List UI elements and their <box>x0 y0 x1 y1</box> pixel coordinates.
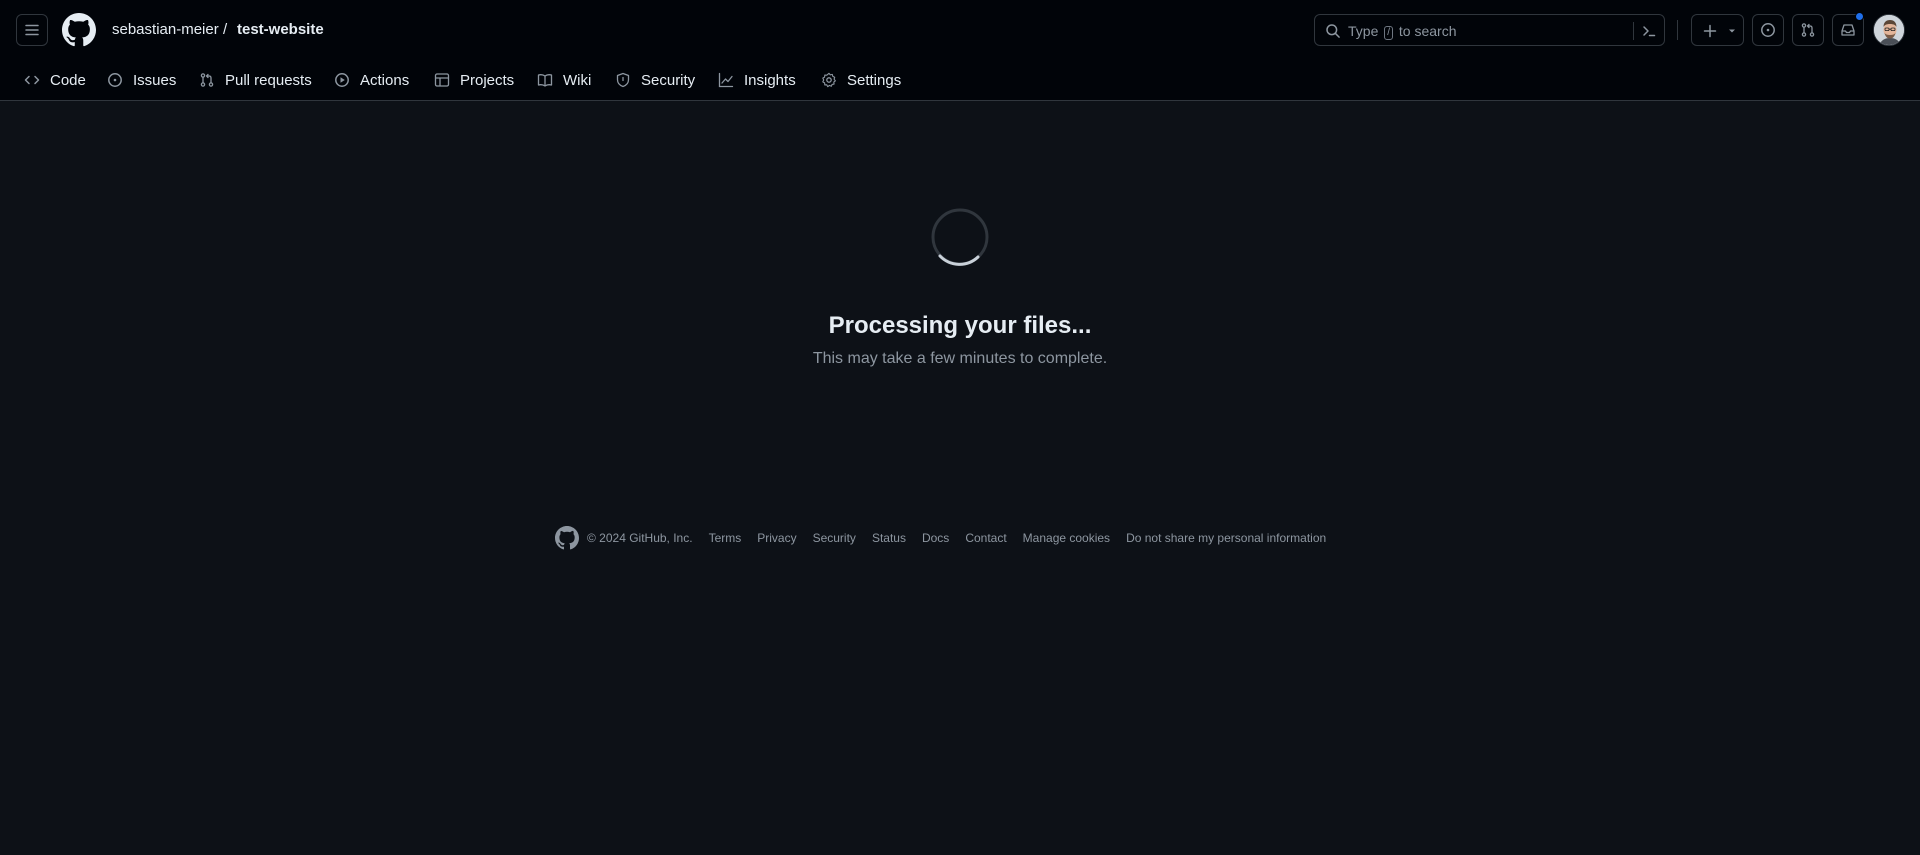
tab-label: Actions <box>360 71 410 89</box>
avatar[interactable] <box>1873 14 1905 46</box>
footer-link-security[interactable]: Security <box>813 531 856 545</box>
top-bar: sebastian-meier / test-website Type / to… <box>0 0 1920 60</box>
tab-label: Projects <box>460 71 515 89</box>
tab-label: Issues <box>133 71 177 89</box>
pull-requests-button[interactable] <box>1792 14 1824 46</box>
tab-label: Wiki <box>563 71 592 89</box>
tab-insights[interactable]: Insights <box>718 68 796 92</box>
search-placeholder: Type / to search <box>1348 23 1457 40</box>
pull-request-icon <box>1801 23 1815 37</box>
pull-request-icon <box>200 73 214 87</box>
tab-label: Code <box>50 71 86 89</box>
book-icon <box>537 74 553 87</box>
graph-icon <box>718 72 734 88</box>
github-logo-icon[interactable] <box>62 13 96 47</box>
footer-link-do-not-share[interactable]: Do not share my personal information <box>1126 531 1326 545</box>
breadcrumb-separator: / <box>223 21 228 38</box>
footer-link-terms[interactable]: Terms <box>709 531 742 545</box>
table-icon <box>434 73 450 87</box>
footer-link-contact[interactable]: Contact <box>965 531 1006 545</box>
footer: © 2024 GitHub, Inc. Terms Privacy Securi… <box>555 525 1342 551</box>
tab-security[interactable]: Security <box>615 68 695 92</box>
search-shortcut-key: / <box>1384 26 1394 40</box>
tab-pull-requests[interactable]: Pull requests <box>199 68 312 92</box>
tab-label: Insights <box>744 71 796 89</box>
tab-wiki[interactable]: Wiki <box>537 68 591 92</box>
footer-copyright: © 2024 GitHub, Inc. <box>587 531 693 545</box>
tab-issues[interactable]: Issues <box>107 68 176 92</box>
gear-icon <box>822 72 836 88</box>
tab-actions[interactable]: Actions <box>334 68 409 92</box>
tab-settings[interactable]: Settings <box>821 68 901 92</box>
footer-link-status[interactable]: Status <box>872 531 906 545</box>
search-icon <box>1326 24 1340 38</box>
main-content: Processing your files... This may take a… <box>0 102 1920 855</box>
command-palette-icon[interactable] <box>1641 23 1657 39</box>
issues-button[interactable] <box>1752 14 1784 46</box>
tab-label: Settings <box>847 71 902 89</box>
github-logo-icon[interactable] <box>555 526 579 550</box>
notification-indicator <box>1855 12 1864 21</box>
chevron-down-icon <box>1729 29 1735 33</box>
inbox-icon <box>1841 24 1855 36</box>
breadcrumb-owner[interactable]: sebastian-meier <box>112 20 219 40</box>
issue-icon <box>108 73 122 87</box>
loading-spinner-icon <box>931 208 989 266</box>
processing-title: Processing your files... <box>828 312 1092 339</box>
header-divider <box>1677 20 1678 40</box>
shield-icon <box>616 72 630 88</box>
tab-label: Security <box>641 71 696 89</box>
play-icon <box>335 73 349 87</box>
tab-label: Pull requests <box>225 71 312 89</box>
breadcrumb-repo[interactable]: test-website <box>237 20 324 40</box>
repo-tabs: Code Issues Pull requests Actions Projec… <box>0 60 1920 100</box>
footer-link-docs[interactable]: Docs <box>922 531 949 545</box>
search-divider <box>1633 22 1634 40</box>
processing-subtitle: This may take a few minutes to complete. <box>812 350 1108 367</box>
hamburger-icon <box>25 24 39 36</box>
tab-projects[interactable]: Projects <box>434 68 514 92</box>
code-icon <box>24 75 40 85</box>
user-avatar-icon <box>1874 15 1904 45</box>
tab-code[interactable]: Code <box>24 68 86 92</box>
search-input[interactable]: Type / to search <box>1314 14 1665 46</box>
footer-link-privacy[interactable]: Privacy <box>757 531 796 545</box>
create-new-button[interactable] <box>1691 14 1744 46</box>
footer-link-manage-cookies[interactable]: Manage cookies <box>1023 531 1110 545</box>
app-header: sebastian-meier / test-website Type / to… <box>0 0 1920 101</box>
plus-icon <box>1703 24 1717 38</box>
menu-button[interactable] <box>16 14 48 46</box>
issue-icon <box>1761 23 1775 37</box>
